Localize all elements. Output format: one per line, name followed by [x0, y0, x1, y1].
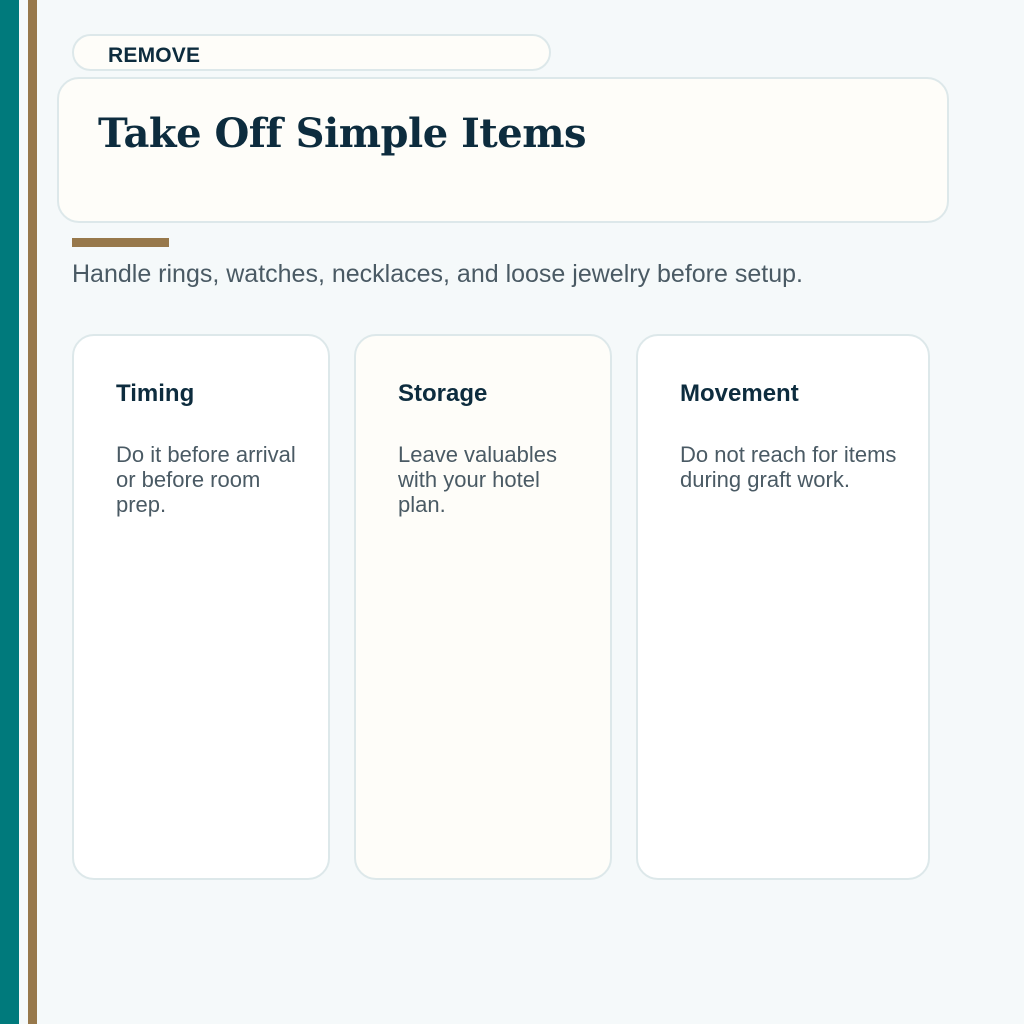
section-tag-label: REMOVE — [108, 44, 201, 67]
card-title: Storage — [398, 380, 488, 407]
left-brown-stripe — [28, 0, 37, 1024]
card-body: Do it before arrival or before room prep… — [116, 442, 296, 517]
card-title: Timing — [116, 380, 195, 407]
page: REMOVE Take Off Simple Items Handle ring… — [0, 0, 1024, 1024]
page-title: Take Off Simple Items — [98, 110, 587, 157]
title-card: Take Off Simple Items — [57, 77, 949, 223]
card-storage: Storage Leave valuables with your hotel … — [354, 334, 612, 880]
card-timing: Timing Do it before arrival or before ro… — [72, 334, 330, 880]
accent-bar — [72, 238, 169, 247]
section-tag: REMOVE — [72, 34, 551, 71]
page-subtitle: Handle rings, watches, necklaces, and lo… — [72, 260, 803, 288]
card-movement: Movement Do not reach for items during g… — [636, 334, 930, 880]
card-body: Do not reach for items during graft work… — [680, 442, 897, 492]
card-title: Movement — [680, 380, 799, 407]
left-teal-stripe — [0, 0, 19, 1024]
card-body: Leave valuables with your hotel plan. — [398, 442, 558, 517]
